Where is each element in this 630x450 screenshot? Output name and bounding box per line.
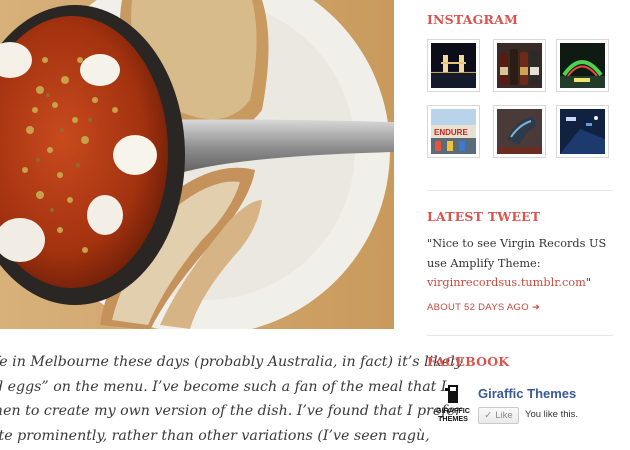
giraffic-logo[interactable]: GIRAFFIC THEMES xyxy=(433,385,473,423)
like-button-label: Like xyxy=(495,410,513,421)
article-body: fe in Melbourne these days (probably Aus… xyxy=(0,350,463,448)
divider xyxy=(427,335,613,336)
instagram-thumb-carnival-sign[interactable]: ENDURE xyxy=(427,105,480,158)
latest-tweet-title: LATEST TWEET xyxy=(427,209,541,224)
facebook-like-status: You like this. xyxy=(525,409,578,420)
article-line: hen to create my own version of the dish… xyxy=(0,403,462,420)
instagram-title: INSTAGRAM xyxy=(427,12,519,27)
facebook-like-box: GIRAFFIC THEMES Giraffic Themes ✓ Like Y… xyxy=(433,384,623,424)
instagram-thumb-neon-dome[interactable] xyxy=(556,39,609,92)
instagram-thumb-night-street[interactable] xyxy=(556,105,609,158)
tweet-quote-end: " xyxy=(585,276,591,289)
check-icon: ✓ xyxy=(484,410,493,421)
logo-text-line: THEMES xyxy=(438,414,468,423)
instagram-thumb-beers[interactable] xyxy=(493,39,546,92)
article-line: fe in Melbourne these days (probably Aus… xyxy=(0,354,463,370)
arrow-right-icon: ➜ xyxy=(531,302,541,313)
divider xyxy=(427,190,613,191)
tweet-link[interactable]: virginrecordsus.tumblr.com xyxy=(427,276,586,289)
hero-image xyxy=(0,0,394,329)
instagram-thumb-shoes[interactable] xyxy=(493,105,546,158)
instagram-thumb-tower-bridge[interactable] xyxy=(427,39,480,92)
facebook-page-name[interactable]: Giraffic Themes xyxy=(478,386,576,401)
article-line: d eggs” on the menu. I’ve become such a … xyxy=(0,378,447,395)
facebook-title: FACEBOOK xyxy=(427,354,510,369)
svg-text:ENDURE: ENDURE xyxy=(434,128,468,137)
tweet-body: "Nice to see Virgin Records US use Ampli… xyxy=(427,237,607,270)
facebook-like-button[interactable]: ✓ Like xyxy=(478,407,519,424)
tweet-timestamp-link[interactable]: ABOUT 52 DAYS AGO ➜ xyxy=(427,302,540,313)
tweet-timestamp: ABOUT 52 DAYS AGO xyxy=(427,302,529,313)
tweet-text: "Nice to see Virgin Records US use Ampli… xyxy=(427,234,613,293)
article-line: ite prominently, rather than other varia… xyxy=(0,427,430,444)
